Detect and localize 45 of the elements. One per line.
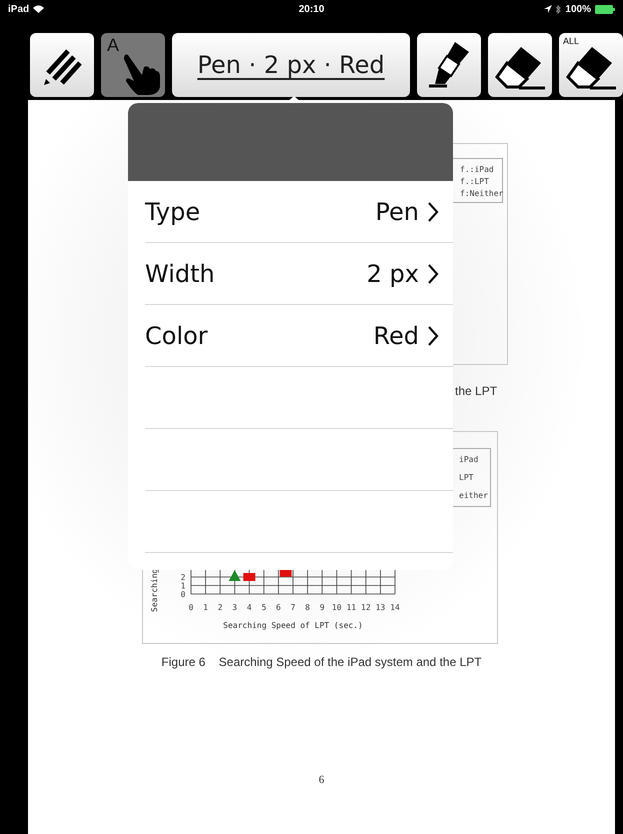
setting-row[interactable]: Width 2 px bbox=[145, 243, 453, 305]
x-tick-label: 3 bbox=[232, 603, 238, 612]
setting-label: Type bbox=[145, 198, 202, 226]
setting-value: Pen bbox=[375, 198, 419, 226]
x-tick-label: 9 bbox=[320, 603, 325, 612]
setting-row[interactable]: Type Pen bbox=[145, 181, 453, 243]
legend-label: LPT bbox=[459, 473, 474, 482]
legend-label: iPad bbox=[459, 455, 480, 464]
x-axis-title: Searching Speed of LPT (sec.) bbox=[223, 621, 363, 630]
x-tick-label: 5 bbox=[261, 603, 266, 612]
y-tick-label: 0 bbox=[180, 590, 186, 599]
text-hand-tool-button[interactable]: A bbox=[101, 33, 165, 97]
setting-row[interactable]: Color Red bbox=[145, 305, 453, 367]
x-tick-label: 1 bbox=[203, 603, 208, 612]
x-tick-label: 11 bbox=[346, 603, 356, 612]
x-tick-label: 8 bbox=[305, 603, 310, 612]
y-tick-label: 2 bbox=[180, 573, 186, 582]
device-name: iPad bbox=[8, 4, 30, 14]
legend-label: f.:LPT bbox=[460, 177, 490, 186]
figure-caption: Figure 6 Searching Speed of the iPad system and the LPT bbox=[161, 654, 482, 670]
tool-letter: A bbox=[107, 35, 120, 56]
setting-label: Color bbox=[145, 322, 209, 350]
setting-value: Red bbox=[373, 322, 419, 350]
x-tick-label: 13 bbox=[376, 603, 386, 612]
status-time: 20:10 bbox=[298, 4, 324, 14]
pen-settings-button[interactable]: Pen · 2 px · Red bbox=[172, 33, 410, 97]
battery-percentage: 100% bbox=[565, 4, 591, 14]
x-tick-label: 2 bbox=[218, 603, 223, 612]
erase-all-button[interactable]: ALL bbox=[559, 33, 623, 97]
setting-label: Width bbox=[145, 260, 216, 288]
legend-label: either bbox=[459, 491, 488, 500]
y-axis-title: Searching bbox=[150, 568, 159, 612]
y-tick-label: 1 bbox=[180, 582, 186, 590]
figure-caption: the LPT bbox=[454, 383, 498, 399]
all-label: ALL bbox=[563, 36, 580, 46]
x-tick-label: 12 bbox=[361, 603, 371, 612]
x-tick-label: 14 bbox=[390, 603, 400, 612]
x-tick-label: 7 bbox=[290, 603, 296, 612]
page-number: 6 bbox=[318, 774, 324, 786]
x-tick-label: 0 bbox=[188, 603, 194, 612]
legend-label: f.:iPad bbox=[460, 165, 495, 174]
x-tick-label: 4 bbox=[246, 603, 252, 612]
x-tick-label: 10 bbox=[332, 603, 342, 612]
x-tick-label: 6 bbox=[276, 603, 281, 612]
setting-value: 2 px bbox=[366, 260, 419, 288]
